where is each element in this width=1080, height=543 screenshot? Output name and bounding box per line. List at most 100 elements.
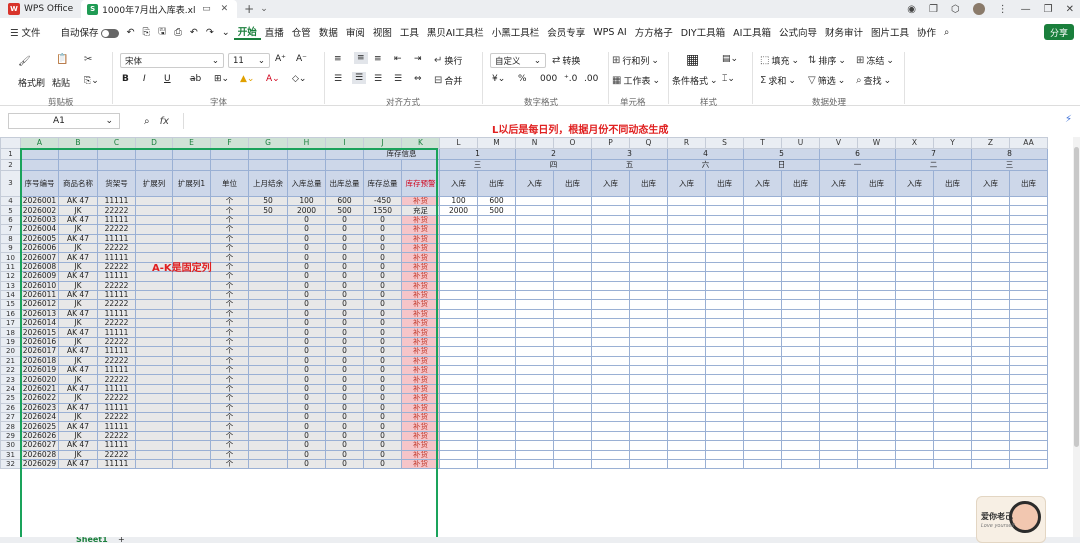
stock-total-cell[interactable]: 0 — [363, 261, 402, 273]
empty-cell[interactable] — [857, 374, 896, 385]
empty-cell[interactable] — [1009, 430, 1048, 442]
column-header[interactable]: I — [325, 137, 364, 149]
autosave-label[interactable]: 自动保存 — [57, 25, 123, 39]
ext1-cell[interactable] — [172, 346, 211, 357]
prev-balance-cell[interactable] — [248, 393, 288, 404]
empty-cell[interactable] — [743, 261, 782, 273]
out-label-cell[interactable]: 出库 — [477, 170, 516, 197]
empty-cell[interactable] — [933, 374, 972, 385]
empty-cell[interactable] — [629, 289, 668, 301]
name-cell[interactable]: JK — [58, 242, 98, 254]
empty-cell[interactable] — [1009, 336, 1048, 348]
name-cell[interactable]: AK 47 — [58, 346, 98, 357]
cell-style-icon[interactable]: ▤⌄ — [722, 54, 738, 64]
empty-cell[interactable] — [591, 205, 630, 216]
empty-cell[interactable] — [1009, 271, 1048, 282]
empty-cell[interactable] — [857, 430, 896, 442]
shelf-cell[interactable]: 22222 — [97, 393, 136, 404]
id-cell[interactable]: 2026016 — [20, 336, 59, 348]
daily-in-cell[interactable] — [439, 365, 478, 376]
empty-cell[interactable] — [743, 214, 782, 226]
unit-cell[interactable]: 个 — [210, 261, 249, 273]
empty-cell[interactable] — [515, 327, 554, 338]
empty-cell[interactable] — [971, 440, 1010, 451]
name-cell[interactable]: AK 47 — [58, 458, 98, 470]
stock-total-cell[interactable]: 0 — [363, 289, 402, 301]
empty-cell[interactable] — [819, 449, 858, 460]
ext1-cell[interactable] — [172, 374, 211, 385]
weekday-cell[interactable]: 日 — [743, 159, 820, 171]
empty-cell[interactable] — [743, 195, 782, 207]
empty-cell[interactable] — [971, 205, 1010, 216]
unit-cell[interactable]: 个 — [210, 440, 249, 451]
empty-cell[interactable] — [895, 336, 934, 348]
daily-out-cell[interactable] — [477, 365, 516, 376]
stock-warning-cell[interactable]: 补货 — [401, 346, 440, 357]
table-style-icon[interactable]: ⌶⌄ — [722, 74, 735, 84]
column-header[interactable]: R — [667, 137, 706, 149]
tab-review[interactable]: 审阅 — [342, 25, 369, 39]
empty-cell[interactable] — [781, 327, 820, 338]
prev-balance-cell[interactable] — [248, 224, 288, 235]
shelf-cell[interactable]: 22222 — [97, 299, 136, 310]
empty-cell[interactable] — [971, 289, 1010, 301]
unit-cell[interactable]: 个 — [210, 214, 249, 226]
ext-cell[interactable] — [135, 430, 173, 442]
empty-cell[interactable] — [515, 383, 554, 395]
close-tab-icon[interactable]: ✕ — [218, 4, 232, 14]
header-cell[interactable] — [172, 148, 211, 160]
empty-cell[interactable] — [895, 365, 934, 376]
empty-cell[interactable] — [895, 327, 934, 338]
stock-total-cell[interactable]: 0 — [363, 346, 402, 357]
empty-cell[interactable] — [819, 440, 858, 451]
empty-cell[interactable] — [705, 299, 744, 310]
empty-cell[interactable] — [781, 393, 820, 404]
column-header[interactable]: E — [172, 137, 211, 149]
thousands-icon[interactable]: 000 — [540, 74, 557, 84]
stock-total-cell[interactable]: 0 — [363, 449, 402, 460]
empty-cell[interactable] — [553, 195, 592, 207]
sheet-table[interactable]: A B C D E F G H I J K L M N O P Q R S T U V W X Y Z AA 1 库存信息 1 2 3 4 5 6 7… — [0, 137, 1048, 470]
empty-cell[interactable] — [1009, 252, 1048, 263]
empty-cell[interactable] — [781, 318, 820, 329]
shelf-cell[interactable]: 22222 — [97, 280, 136, 291]
empty-cell[interactable] — [895, 449, 934, 460]
stock-total-cell[interactable]: 0 — [363, 308, 402, 320]
row-header[interactable]: 10 — [0, 252, 21, 263]
stock-info-header[interactable]: 库存信息 — [363, 148, 440, 160]
prev-balance-cell[interactable] — [248, 289, 288, 301]
weekday-cell[interactable]: 五 — [591, 159, 668, 171]
column-header[interactable]: V — [819, 137, 858, 149]
empty-cell[interactable] — [819, 233, 858, 244]
shrink-font-icon[interactable]: A⁻ — [296, 54, 307, 64]
empty-cell[interactable] — [629, 271, 668, 282]
shelf-cell[interactable]: 11111 — [97, 327, 136, 338]
empty-cell[interactable] — [1009, 214, 1048, 226]
justify-icon[interactable]: ☰ — [394, 74, 402, 84]
empty-cell[interactable] — [743, 280, 782, 291]
ext1-cell[interactable] — [172, 289, 211, 301]
cube-icon[interactable]: ⬡ — [951, 4, 960, 15]
day-number-cell[interactable]: 6 — [819, 148, 896, 160]
stock-warning-cell[interactable]: 补货 — [401, 271, 440, 282]
ext-cell[interactable] — [135, 355, 173, 367]
empty-cell[interactable] — [629, 449, 668, 460]
prev-balance-cell[interactable] — [248, 242, 288, 254]
empty-cell[interactable] — [819, 252, 858, 263]
ext1-cell[interactable] — [172, 383, 211, 395]
align-bottom-icon[interactable]: ≡ — [374, 54, 382, 64]
ext-cell[interactable] — [135, 289, 173, 301]
empty-cell[interactable] — [553, 421, 592, 432]
day-number-cell[interactable]: 8 — [971, 148, 1048, 160]
empty-cell[interactable] — [743, 393, 782, 404]
row-header[interactable]: 30 — [0, 440, 21, 451]
empty-cell[interactable] — [971, 299, 1010, 310]
empty-cell[interactable] — [515, 355, 554, 367]
column-header[interactable]: K — [401, 137, 440, 149]
empty-cell[interactable] — [743, 336, 782, 348]
empty-cell[interactable] — [895, 214, 934, 226]
empty-cell[interactable] — [591, 252, 630, 263]
daily-in-cell[interactable] — [439, 402, 478, 414]
daily-out-cell[interactable]: 600 — [477, 195, 516, 207]
row-header[interactable]: 26 — [0, 402, 21, 414]
